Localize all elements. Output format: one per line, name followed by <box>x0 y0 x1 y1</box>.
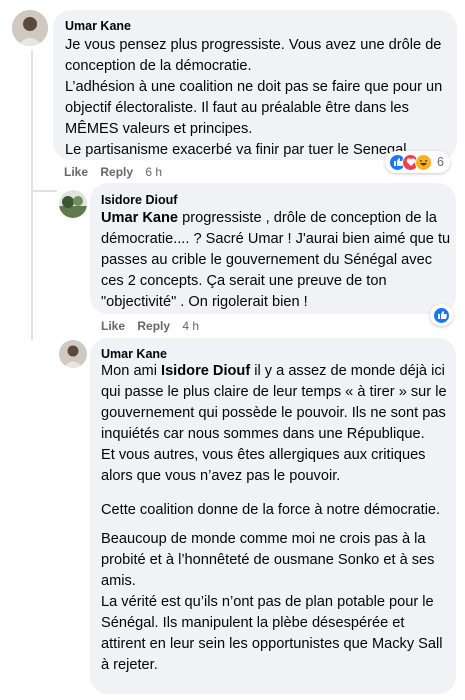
thread-line <box>31 50 33 340</box>
reply-button[interactable]: Reply <box>137 319 170 333</box>
avatar[interactable] <box>12 10 48 46</box>
comment-text-span: Mon ami <box>101 363 162 379</box>
comment-text-line: L’adhésion à une coalition ne doit pas s… <box>65 79 443 137</box>
comment-text: Umar Kane progressiste , drôle de concep… <box>101 208 451 313</box>
timestamp[interactable]: 4 h <box>182 319 199 333</box>
comment-paragraph: La vérité est qu’ils n’ont pas de plan p… <box>101 594 443 673</box>
comment-text: Je vous pensez plus progressiste. Vous a… <box>65 35 453 161</box>
like-button[interactable]: Like <box>64 165 88 179</box>
comment-actions: Like Reply 6 h <box>64 165 171 179</box>
haha-icon <box>415 153 432 171</box>
reaction-count: 6 <box>437 155 444 169</box>
comment-author[interactable]: Umar Kane <box>101 347 167 361</box>
avatar-photo-icon <box>12 10 48 46</box>
mention-link[interactable]: Isidore Diouf <box>161 363 250 379</box>
comment-text: Mon ami Isidore Diouf il y a assez de mo… <box>101 361 447 676</box>
reply-button[interactable]: Reply <box>100 165 133 179</box>
mention-link[interactable]: Umar Kane <box>101 210 178 226</box>
thread-connector <box>31 190 57 192</box>
comment-paragraph: Et vous autres, vous êtes allergiques au… <box>101 447 426 484</box>
comment-text-line: Je vous pensez plus progressiste. Vous a… <box>65 37 442 74</box>
avatar-photo-icon <box>59 340 87 368</box>
avatar[interactable] <box>59 340 87 368</box>
avatar[interactable] <box>59 190 87 218</box>
comment-actions: Like Reply 4 h <box>101 319 208 333</box>
like-icon <box>433 306 450 324</box>
like-button[interactable]: Like <box>101 319 125 333</box>
comment-paragraph: Cette coalition donne de la force à notr… <box>101 502 441 518</box>
comment-author[interactable]: Umar Kane <box>65 19 131 33</box>
avatar-photo-icon <box>59 190 87 218</box>
reaction-summary[interactable] <box>430 304 453 326</box>
timestamp[interactable]: 6 h <box>145 165 162 179</box>
comment-paragraph: Beaucoup de monde comme moi ne crois pas… <box>101 531 435 589</box>
comment-author[interactable]: Isidore Diouf <box>101 193 177 207</box>
reaction-summary[interactable]: 6 <box>385 151 450 173</box>
